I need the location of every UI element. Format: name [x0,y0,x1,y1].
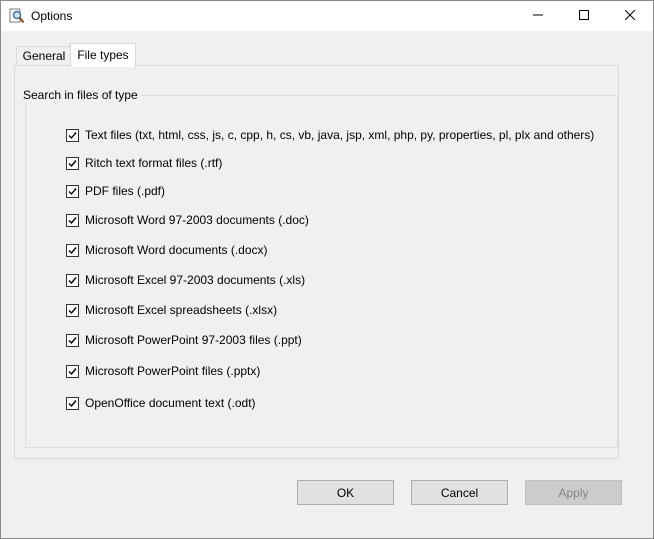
checkbox-label: Microsoft Excel 97-2003 documents (.xls) [85,273,306,287]
checkmark-icon[interactable] [66,243,79,257]
checkbox-docx-files[interactable]: Microsoft Word documents (.docx) [66,242,268,258]
checkbox-pdf-files[interactable]: PDF files (.pdf) [66,183,165,199]
checkbox-rtf-files[interactable]: Ritch text format files (.rtf) [66,155,222,171]
checkbox-label: Microsoft Word documents (.docx) [85,243,268,257]
checkmark-icon[interactable] [66,364,79,378]
checkbox-xlsx-files[interactable]: Microsoft Excel spreadsheets (.xlsx) [66,302,277,318]
checkbox-label: Microsoft Excel spreadsheets (.xlsx) [85,303,278,317]
maximize-button[interactable] [561,1,607,31]
checkmark-icon[interactable] [66,128,79,142]
checkbox-ppt-files[interactable]: Microsoft PowerPoint 97-2003 files (.ppt… [66,332,302,348]
checkmark-icon[interactable] [66,184,79,198]
checkmark-icon[interactable] [66,396,79,410]
checkmark-icon[interactable] [66,273,79,287]
tab-file-types[interactable]: File types [70,43,136,67]
checkbox-label: PDF files (.pdf) [85,184,166,198]
options-window: Options General File types Search in fil… [0,0,654,539]
minimize-button[interactable] [515,1,561,31]
checkbox-label: Microsoft PowerPoint files (.pptx) [85,364,261,378]
checkbox-odt-files[interactable]: OpenOffice document text (.odt) [66,395,256,411]
minimize-icon [533,9,543,23]
cancel-button[interactable]: Cancel [411,480,508,505]
checkbox-label: Microsoft PowerPoint 97-2003 files (.ppt… [85,333,302,347]
file-types-panel: Search in files of type Text files (txt,… [14,65,619,459]
checkbox-label: Ritch text format files (.rtf) [85,156,223,170]
ok-button[interactable]: OK [297,480,394,505]
group-legend: Search in files of type [20,88,141,102]
checkbox-label: Text files (txt, html, css, js, c, cpp, … [85,128,595,142]
apply-button: Apply [525,480,622,505]
checkmark-icon[interactable] [66,303,79,317]
checkbox-xls-files[interactable]: Microsoft Excel 97-2003 documents (.xls) [66,272,305,288]
maximize-icon [579,9,589,23]
checkbox-pptx-files[interactable]: Microsoft PowerPoint files (.pptx) [66,363,260,379]
checkmark-icon[interactable] [66,156,79,170]
close-button[interactable] [607,1,653,31]
checkmark-icon[interactable] [66,213,79,227]
title-bar[interactable]: Options [1,1,653,31]
checkbox-label: Microsoft Word 97-2003 documents (.doc) [85,213,309,227]
checkbox-text-files[interactable]: Text files (txt, html, css, js, c, cpp, … [66,127,594,143]
tab-general[interactable]: General [16,46,72,66]
checkbox-doc-files[interactable]: Microsoft Word 97-2003 documents (.doc) [66,212,309,228]
checkbox-label: OpenOffice document text (.odt) [85,396,256,410]
checkmark-icon[interactable] [66,333,79,347]
magnifier-document-icon [9,8,25,24]
window-title: Options [31,9,73,23]
close-icon [624,9,636,23]
